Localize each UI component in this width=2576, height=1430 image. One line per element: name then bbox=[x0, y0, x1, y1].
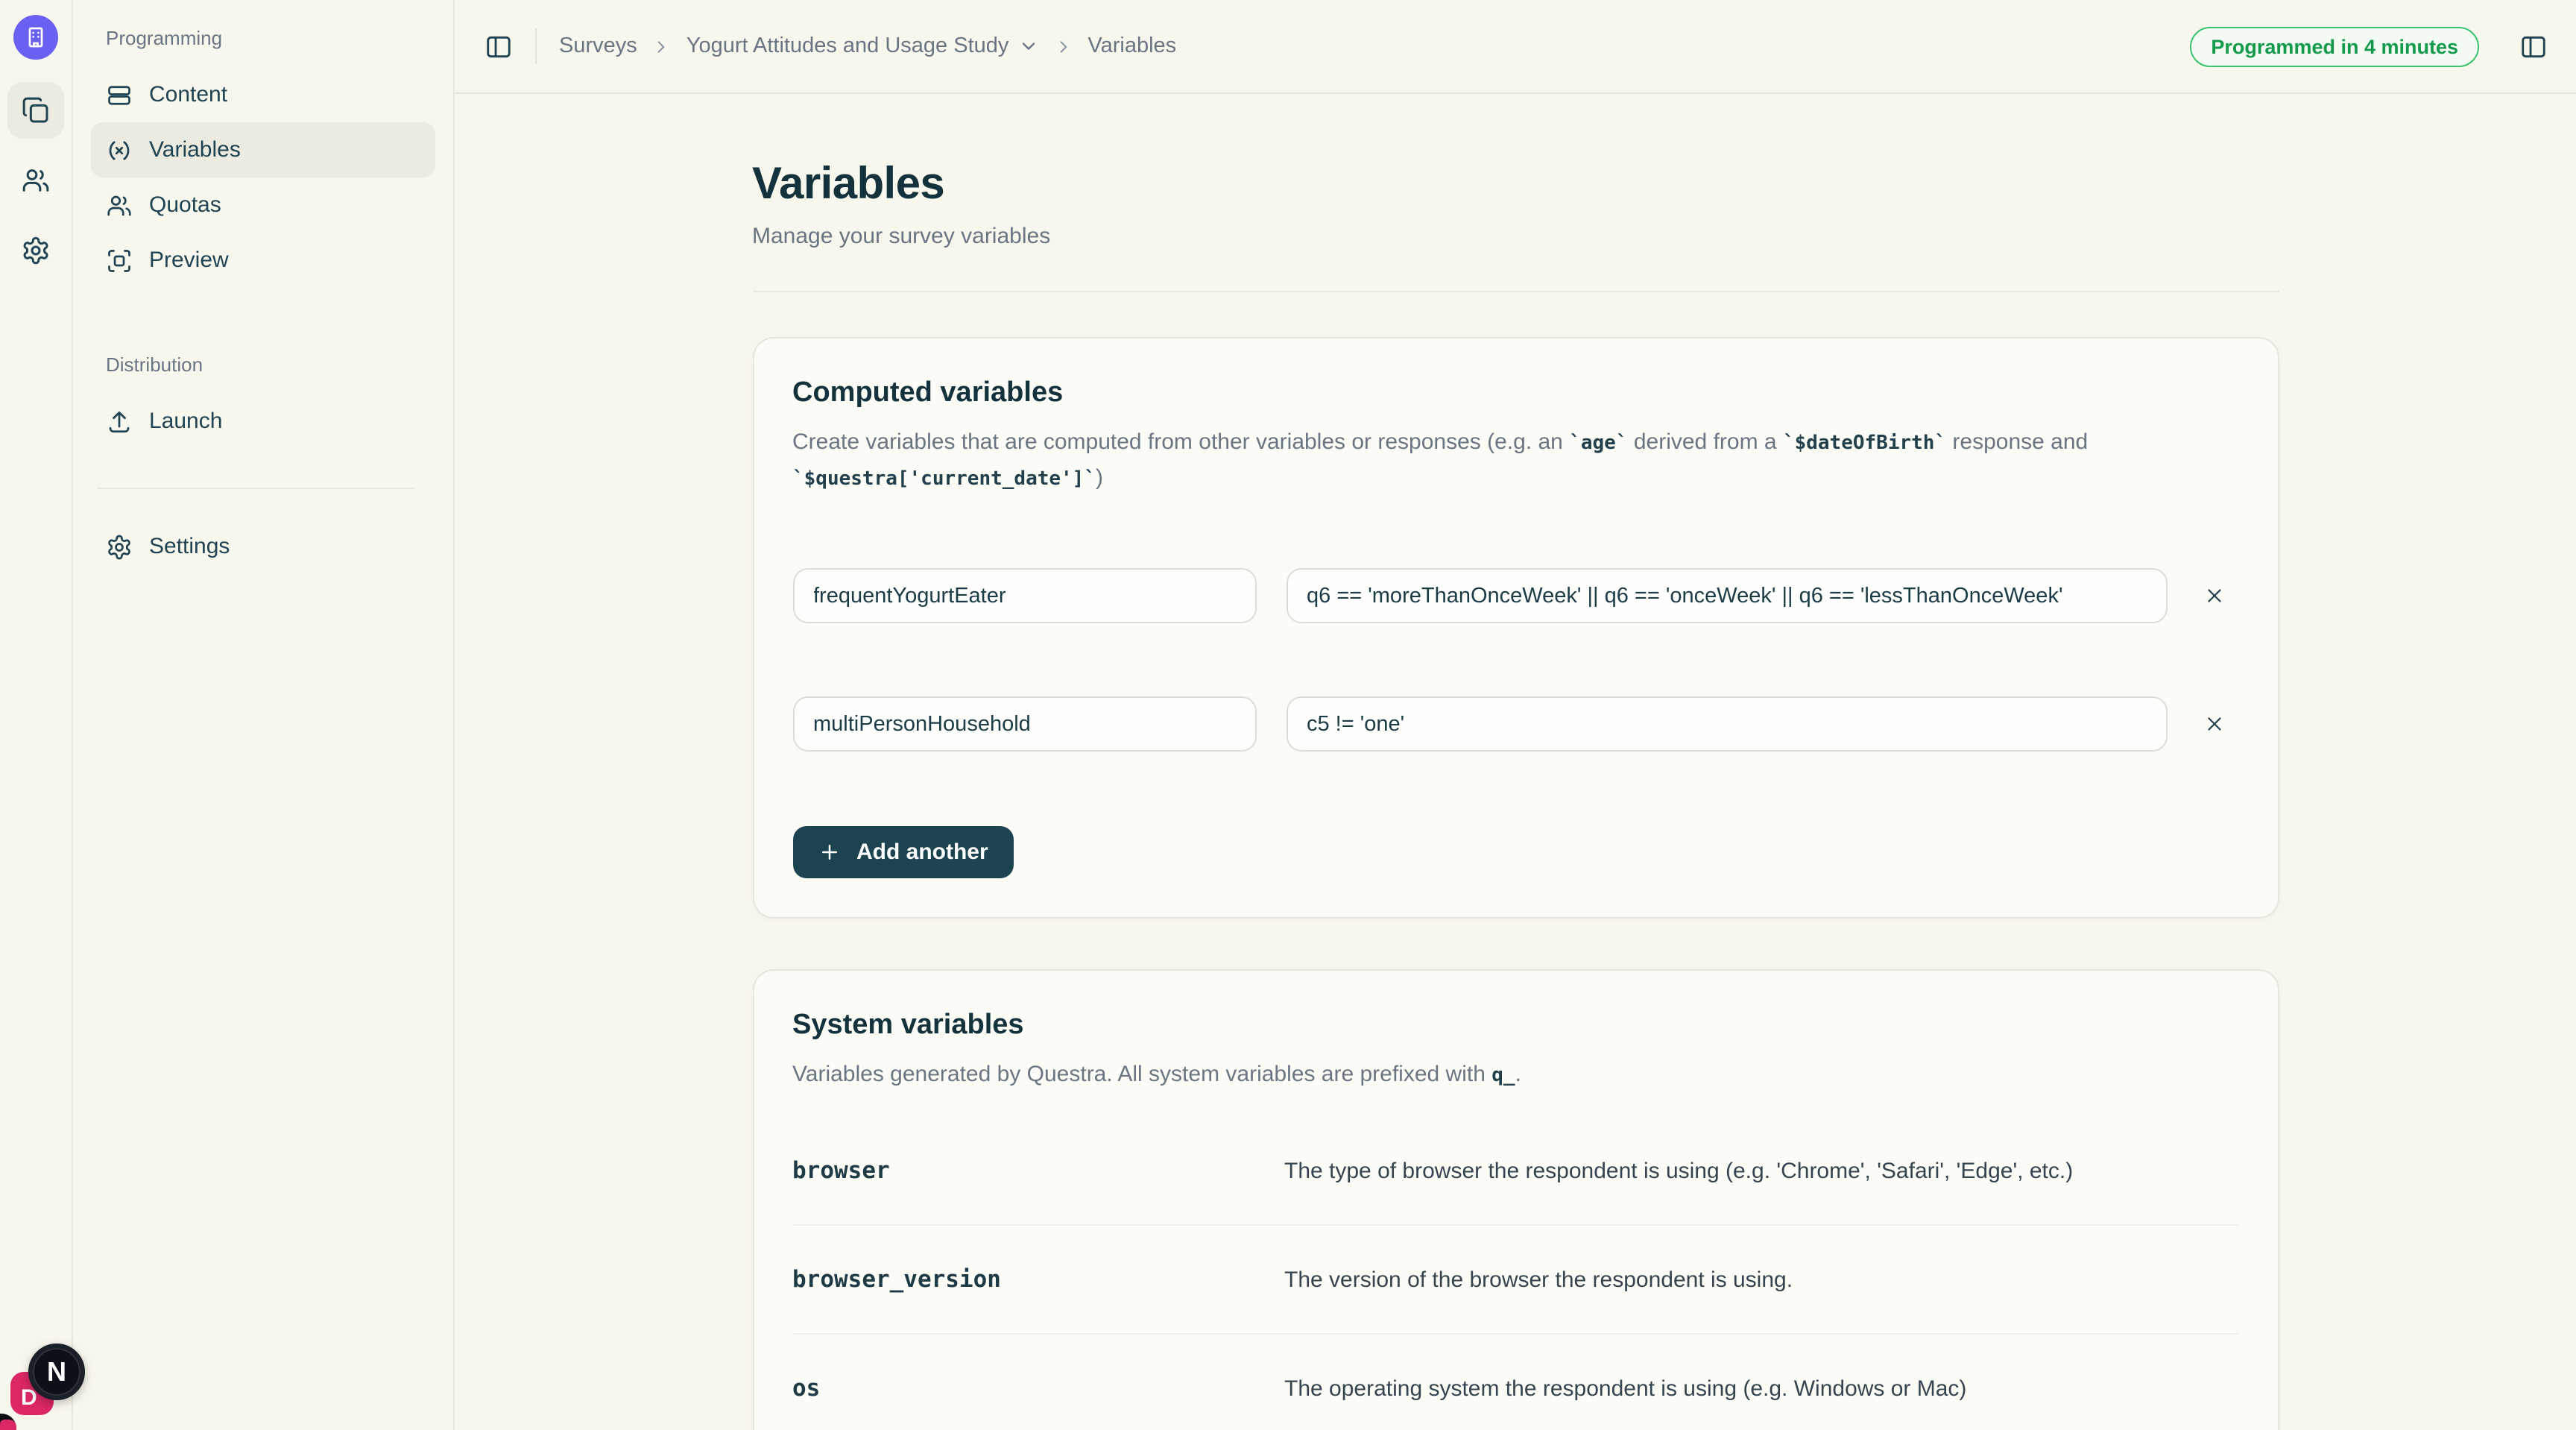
sidebar-section-programming: Programming bbox=[91, 24, 435, 67]
chevron-right-icon bbox=[1053, 37, 1073, 56]
rail-item-projects[interactable] bbox=[7, 82, 64, 139]
system-variables-card: System variables Variables generated by … bbox=[752, 969, 2279, 1430]
variable-icon bbox=[106, 136, 133, 163]
computed-variables-card: Computed variables Create variables that… bbox=[752, 337, 2279, 919]
main-content: Variables Manage your survey variables C… bbox=[455, 94, 2576, 1430]
nextjs-devtools-button[interactable]: N bbox=[28, 1344, 85, 1400]
variable-expression-input[interactable] bbox=[1286, 696, 2167, 752]
icon-rail bbox=[0, 0, 73, 1430]
sidebar-item-variables[interactable]: Variables bbox=[91, 122, 435, 177]
upload-icon bbox=[106, 408, 133, 435]
sidebar-toggle-button[interactable] bbox=[484, 32, 513, 60]
system-variable-row: os The operating system the respondent i… bbox=[792, 1335, 2238, 1430]
system-variable-description: The type of browser the respondent is us… bbox=[1284, 1158, 2073, 1183]
chevron-down-icon bbox=[1017, 36, 1038, 57]
sidebar-section-distribution: Distribution bbox=[91, 350, 435, 394]
system-variable-rows: browser The type of browser the responde… bbox=[792, 1117, 2238, 1430]
computed-variables-description: Create variables that are computed from … bbox=[792, 425, 2238, 497]
scan-icon bbox=[106, 247, 133, 274]
sidebar-item-launch[interactable]: Launch bbox=[91, 394, 435, 449]
computed-variable-row bbox=[792, 696, 2238, 752]
breadcrumb-surveys[interactable]: Surveys bbox=[559, 34, 637, 58]
system-variable-description: The version of the browser the responden… bbox=[1284, 1267, 1793, 1292]
topbar-divider bbox=[535, 28, 537, 64]
sidebar-item-quotas[interactable]: Quotas bbox=[91, 177, 435, 233]
system-variables-title: System variables bbox=[792, 1009, 2238, 1042]
sidebar-item-settings[interactable]: Settings bbox=[91, 519, 435, 574]
variable-name-input[interactable] bbox=[792, 696, 1256, 752]
right-panel-toggle-button[interactable] bbox=[2519, 32, 2548, 60]
sidebar: Programming Content Variables bbox=[73, 0, 455, 1430]
system-variable-description: The operating system the respondent is u… bbox=[1284, 1376, 1966, 1401]
sidebar-item-content[interactable]: Content bbox=[91, 67, 435, 122]
panel-left-icon bbox=[484, 32, 513, 60]
topbar: Surveys Yogurt Attitudes and Usage Study… bbox=[455, 0, 2576, 94]
sidebar-item-label: Preview bbox=[149, 248, 229, 273]
breadcrumb-survey-name[interactable]: Yogurt Attitudes and Usage Study bbox=[686, 34, 1039, 58]
chevron-right-icon bbox=[652, 37, 672, 56]
users-icon bbox=[106, 192, 133, 218]
page-divider bbox=[752, 291, 2279, 292]
users-icon bbox=[21, 166, 51, 195]
computed-variable-rows bbox=[792, 568, 2238, 752]
sidebar-item-label: Settings bbox=[149, 534, 230, 559]
breadcrumb-survey-name-label: Yogurt Attitudes and Usage Study bbox=[686, 34, 1009, 58]
computed-variables-title: Computed variables bbox=[792, 377, 2238, 410]
programmed-time-badge[interactable]: Programmed in 4 minutes bbox=[2190, 26, 2479, 66]
remove-variable-button[interactable] bbox=[2191, 713, 2238, 735]
system-variables-description: Variables generated by Questra. All syst… bbox=[792, 1057, 2238, 1093]
add-another-label: Add another bbox=[856, 840, 988, 865]
sidebar-item-label: Content bbox=[149, 82, 227, 107]
rail-item-team[interactable] bbox=[7, 152, 64, 209]
plus-icon bbox=[818, 841, 840, 863]
gear-icon bbox=[106, 533, 133, 560]
add-another-button[interactable]: Add another bbox=[792, 826, 1014, 878]
close-icon bbox=[2203, 585, 2226, 607]
computed-variable-row bbox=[792, 568, 2238, 623]
variable-expression-input[interactable] bbox=[1286, 568, 2167, 623]
sidebar-item-label: Launch bbox=[149, 409, 222, 434]
system-variable-row: browser_version The version of the brows… bbox=[792, 1226, 2238, 1335]
building-icon bbox=[24, 25, 48, 49]
rows-icon bbox=[106, 81, 133, 108]
page-title: Variables bbox=[752, 160, 2279, 210]
remove-variable-button[interactable] bbox=[2191, 585, 2238, 607]
gear-icon bbox=[21, 236, 51, 265]
system-variable-name: browser_version bbox=[792, 1266, 1284, 1293]
system-variable-name: browser bbox=[792, 1157, 1284, 1184]
sidebar-item-label: Quotas bbox=[149, 192, 221, 218]
main-column: Surveys Yogurt Attitudes and Usage Study… bbox=[455, 0, 2576, 1430]
copy-icon bbox=[21, 95, 51, 125]
panel-left-icon bbox=[2519, 32, 2548, 60]
breadcrumb-variables: Variables bbox=[1087, 34, 1176, 58]
sidebar-item-preview[interactable]: Preview bbox=[91, 233, 435, 288]
variable-name-input[interactable] bbox=[792, 568, 1256, 623]
app-window: Programming Content Variables bbox=[0, 0, 2576, 1430]
system-variable-row: browser The type of browser the responde… bbox=[792, 1117, 2238, 1226]
rail-item-workspace-settings[interactable] bbox=[7, 222, 64, 279]
page-subtitle: Manage your survey variables bbox=[752, 224, 2279, 249]
sidebar-item-label: Variables bbox=[149, 137, 241, 163]
system-variable-name: os bbox=[792, 1375, 1284, 1402]
workspace-avatar[interactable] bbox=[13, 15, 58, 60]
close-icon bbox=[2203, 713, 2226, 735]
dev-overlay-pink-fragment bbox=[0, 1420, 16, 1430]
sidebar-divider bbox=[97, 488, 414, 489]
breadcrumb: Surveys Yogurt Attitudes and Usage Study… bbox=[559, 34, 1176, 58]
